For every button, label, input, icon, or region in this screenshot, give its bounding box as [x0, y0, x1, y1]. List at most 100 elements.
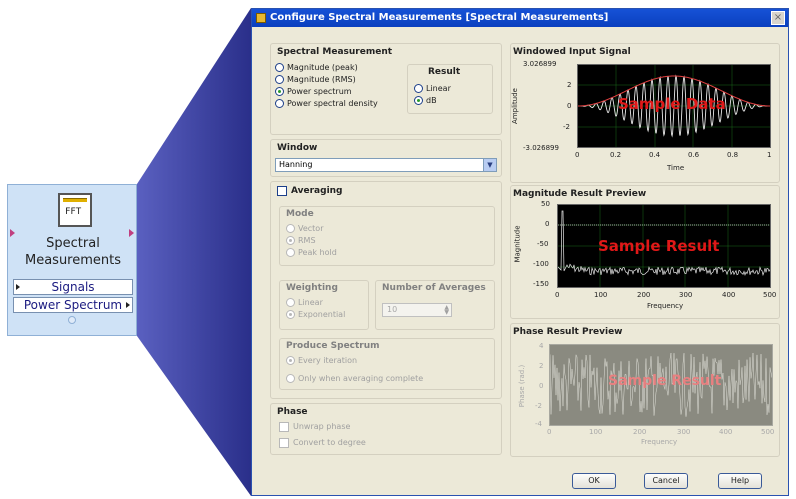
phase-plot-area[interactable]: Sample Result	[549, 344, 773, 426]
y-tick: -50	[537, 240, 549, 248]
number-of-averages-heading: Number of Averages	[382, 283, 486, 293]
y-tick: -2	[535, 402, 542, 410]
radio-power-spectral-density[interactable]: Power spectral density	[275, 98, 378, 109]
x-tick: 0.2	[610, 151, 622, 159]
y-tick: 50	[541, 200, 550, 208]
spectral-measurement-heading: Spectral Measurement	[277, 47, 393, 57]
radio-power-spectrum[interactable]: Power spectrum	[275, 86, 352, 97]
phase-preview-title: Phase Result Preview	[513, 327, 623, 337]
x-tick: 0	[575, 151, 580, 159]
radio-magnitude-peak[interactable]: Magnitude (peak)	[275, 62, 358, 73]
x-tick: 0	[555, 291, 560, 299]
phase-heading: Phase	[277, 407, 308, 417]
stepper-icon[interactable]: ▲ ▼	[444, 305, 449, 316]
y-tick: -150	[533, 280, 549, 288]
windowed-overlay-text: Sample Data	[618, 95, 726, 113]
chevron-down-icon[interactable]: ▼	[483, 159, 496, 171]
x-tick: 500	[763, 291, 777, 299]
phase-xlabel: Frequency	[641, 438, 678, 446]
x-tick: 400	[722, 291, 736, 299]
node-title: Spectral Measurements	[24, 236, 122, 268]
radio-exponential[interactable]: Exponential	[286, 309, 345, 320]
x-tick: 300	[677, 428, 691, 436]
unwrap-phase-checkbox[interactable]: Unwrap phase	[279, 422, 429, 434]
fft-icon: FFT	[58, 193, 92, 227]
phase-group: Phase Unwrap phase Convert to degree	[270, 403, 502, 455]
magnitude-overlay-text: Sample Result	[598, 237, 720, 255]
windowed-ylabel: Amplitude	[510, 88, 519, 124]
x-tick: 100	[589, 428, 603, 436]
radio-peak-hold[interactable]: Peak hold	[286, 247, 337, 258]
node-resize-handle[interactable]	[68, 316, 76, 324]
spectral-measurements-node[interactable]: FFT Spectral Measurements Signals Power …	[7, 184, 137, 336]
radio-db[interactable]: dB	[414, 95, 437, 106]
windowed-plot-area[interactable]: Sample Data	[577, 64, 771, 148]
window-select[interactable]: Hanning ▼	[275, 158, 497, 172]
magnitude-preview-group: Magnitude Result Preview 50 0 -50 -100 -…	[510, 185, 780, 319]
weighting-group: Weighting Linear Exponential	[279, 280, 369, 330]
number-of-averages-group: Number of Averages 10 ▲ ▼	[375, 280, 495, 330]
app-icon	[256, 13, 266, 23]
result-heading: Result	[428, 67, 461, 77]
ok-button[interactable]: OK	[572, 473, 616, 489]
radio-every-iteration[interactable]: Every iteration	[286, 355, 357, 366]
radio-only-when-complete[interactable]: Only when averaging complete	[286, 373, 423, 384]
averaging-checkbox[interactable]: Averaging	[277, 186, 377, 198]
number-of-averages-input[interactable]: 10 ▲ ▼	[382, 303, 452, 317]
y-tick: -100	[533, 260, 549, 268]
window-group: Window Hanning ▼	[270, 139, 502, 177]
cancel-button[interactable]: Cancel	[644, 473, 688, 489]
spectral-measurement-group: Spectral Measurement Magnitude (peak) Ma…	[270, 43, 502, 135]
y-tick: 0	[539, 382, 544, 390]
mode-group: Mode Vector RMS Peak hold	[279, 206, 495, 266]
dialog-titlebar[interactable]: Configure Spectral Measurements [Spectra…	[252, 9, 788, 27]
x-tick: 0.4	[649, 151, 661, 159]
y-tick: 0	[545, 220, 550, 228]
magnitude-xlabel: Frequency	[647, 302, 684, 310]
y-tick: -2	[563, 123, 570, 131]
x-tick: 100	[594, 291, 608, 299]
x-tick: 0	[547, 428, 552, 436]
weighting-heading: Weighting	[286, 283, 338, 293]
y-tick: -4	[535, 420, 542, 428]
phase-preview-group: Phase Result Preview 4 2 0 -2 -4 Phase (…	[510, 323, 780, 457]
radio-magnitude-rms[interactable]: Magnitude (RMS)	[275, 74, 356, 85]
close-button[interactable]: ×	[771, 11, 785, 25]
produce-spectrum-group: Produce Spectrum Every iteration Only wh…	[279, 338, 495, 390]
x-tick: 200	[637, 291, 651, 299]
x-tick: 400	[719, 428, 733, 436]
y-tick: 0	[567, 102, 572, 110]
x-tick: 200	[633, 428, 647, 436]
phase-ylabel: Phase (rad.)	[518, 364, 527, 408]
radio-linear[interactable]: Linear	[414, 83, 451, 94]
averaging-group: Averaging Mode Vector RMS Peak hold Weig…	[270, 181, 502, 399]
y-tick: 2	[539, 362, 544, 370]
radio-rms[interactable]: RMS	[286, 235, 316, 246]
y-tick: -3.026899	[523, 144, 559, 152]
produce-spectrum-heading: Produce Spectrum	[286, 341, 380, 351]
windowed-xlabel: Time	[667, 164, 685, 172]
windowed-input-group: Windowed Input Signal 3.026899 2 0 -2 -3…	[510, 43, 780, 183]
phase-overlay-text: Sample Result	[608, 373, 722, 389]
magnitude-preview-title: Magnitude Result Preview	[513, 189, 647, 199]
y-tick: 4	[539, 342, 544, 350]
windowed-input-title: Windowed Input Signal	[513, 47, 631, 57]
radio-weighting-linear[interactable]: Linear	[286, 297, 323, 308]
x-tick: 1	[767, 151, 772, 159]
x-tick: 500	[761, 428, 775, 436]
terminal-signals[interactable]: Signals	[13, 279, 133, 295]
x-tick: 0.6	[688, 151, 700, 159]
result-group: Result Linear dB	[407, 64, 493, 114]
magnitude-ylabel: Magnitude	[513, 225, 522, 263]
magnitude-plot-area[interactable]: Sample Result	[557, 204, 771, 288]
y-tick: 3.026899	[523, 60, 557, 68]
configure-dialog: Configure Spectral Measurements [Spectra…	[251, 8, 789, 496]
x-tick: 300	[679, 291, 693, 299]
help-button[interactable]: Help	[718, 473, 762, 489]
terminal-power-spectrum[interactable]: Power Spectrum	[13, 297, 133, 313]
y-tick: 2	[567, 81, 572, 89]
radio-vector[interactable]: Vector	[286, 223, 324, 234]
x-tick: 0.8	[727, 151, 739, 159]
window-heading: Window	[277, 143, 318, 153]
convert-to-degree-checkbox[interactable]: Convert to degree	[279, 438, 429, 450]
